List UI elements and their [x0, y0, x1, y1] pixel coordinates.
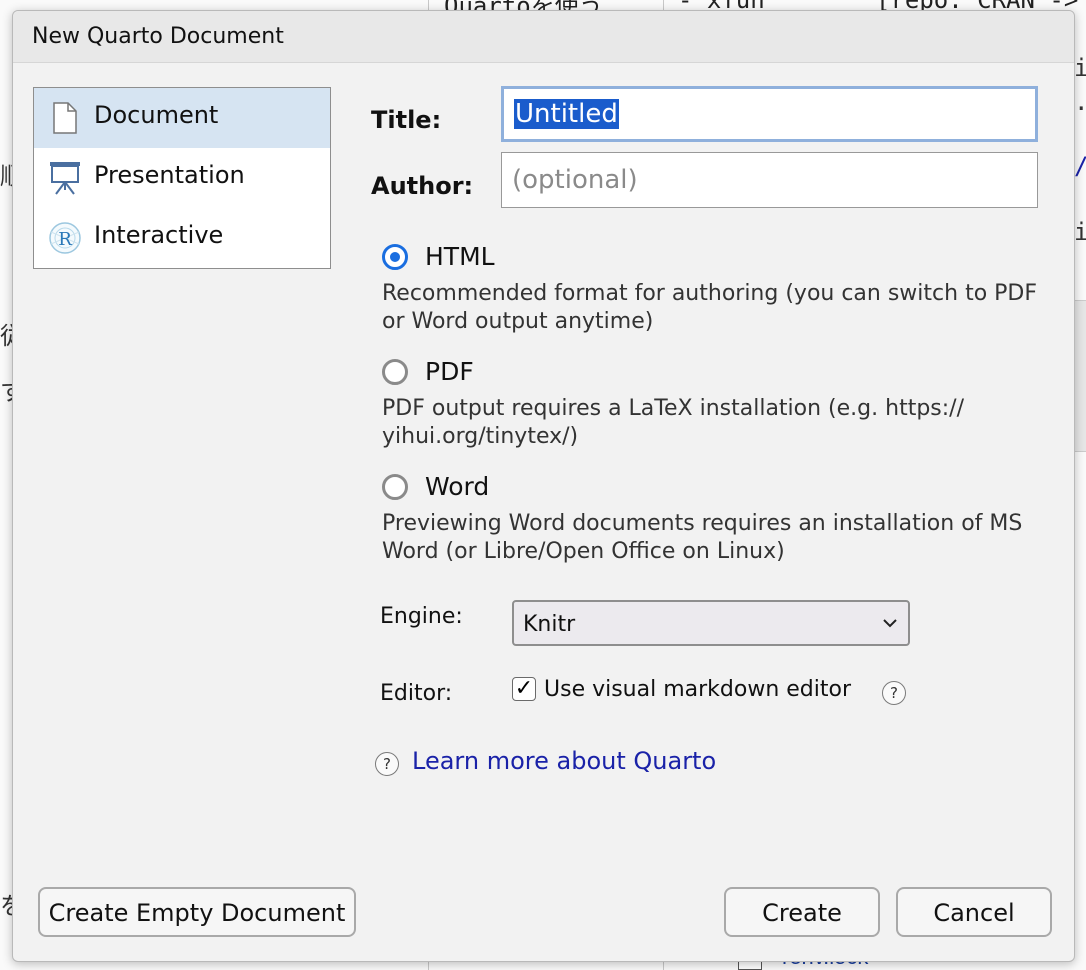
learn-more-link[interactable]: Learn more about Quarto: [412, 747, 716, 775]
type-item-label: Interactive: [94, 221, 224, 249]
presentation-icon: [48, 160, 82, 196]
dialog-title: New Quarto Document: [32, 24, 284, 49]
author-label: Author:: [371, 172, 474, 200]
bg-fragment: .: [1074, 88, 1086, 116]
type-item-interactive[interactable]: R Interactive: [34, 208, 330, 268]
engine-label: Engine:: [380, 604, 463, 629]
document-type-list: Document Presentation R Interactive: [33, 87, 331, 269]
html-description: Recommended format for authoring (you ca…: [382, 281, 1038, 334]
pdf-description: PDF output requires a LaTeX installation…: [382, 396, 964, 449]
document-icon: [48, 100, 82, 136]
title-field-value: Untitled: [514, 99, 619, 129]
bg-fragment: /: [1074, 152, 1086, 180]
chevron-down-icon: [882, 615, 898, 631]
help-icon[interactable]: ?: [882, 681, 906, 705]
help-icon[interactable]: ?: [375, 752, 399, 776]
editor-label: Editor:: [380, 681, 453, 706]
svg-text:R: R: [58, 229, 72, 250]
bg-scrollbar: [1074, 300, 1086, 452]
author-field[interactable]: (optional): [501, 152, 1038, 208]
dialog-titlebar: New Quarto Document: [13, 11, 1074, 63]
type-item-label: Presentation: [94, 161, 245, 189]
word-radio[interactable]: [382, 474, 408, 500]
pdf-radio[interactable]: [382, 359, 408, 385]
cancel-button[interactable]: Cancel: [896, 887, 1052, 937]
engine-select[interactable]: Knitr: [512, 600, 910, 646]
html-radio-label[interactable]: HTML: [425, 242, 495, 271]
new-quarto-document-dialog: New Quarto Document Document Presentatio…: [12, 10, 1075, 962]
type-item-document[interactable]: Document: [34, 88, 330, 148]
type-item-presentation[interactable]: Presentation: [34, 148, 330, 208]
author-placeholder: (optional): [512, 165, 638, 195]
bg-fragment: i: [1074, 54, 1086, 82]
r-logo-icon: R: [48, 220, 82, 256]
word-radio-label[interactable]: Word: [425, 472, 489, 501]
type-item-label: Document: [94, 101, 219, 129]
word-description: Previewing Word documents requires an in…: [382, 511, 1023, 564]
html-radio[interactable]: [382, 244, 408, 270]
title-label: Title:: [371, 106, 442, 134]
bg-fragment: i: [1074, 218, 1086, 246]
visual-editor-label[interactable]: Use visual markdown editor: [544, 677, 851, 702]
pdf-radio-label[interactable]: PDF: [425, 357, 474, 386]
create-button[interactable]: Create: [724, 887, 880, 937]
engine-select-value: Knitr: [523, 612, 576, 637]
create-empty-document-button[interactable]: Create Empty Document: [38, 887, 356, 937]
title-field[interactable]: Untitled: [501, 86, 1038, 142]
visual-editor-checkbox[interactable]: ✓: [512, 677, 536, 701]
